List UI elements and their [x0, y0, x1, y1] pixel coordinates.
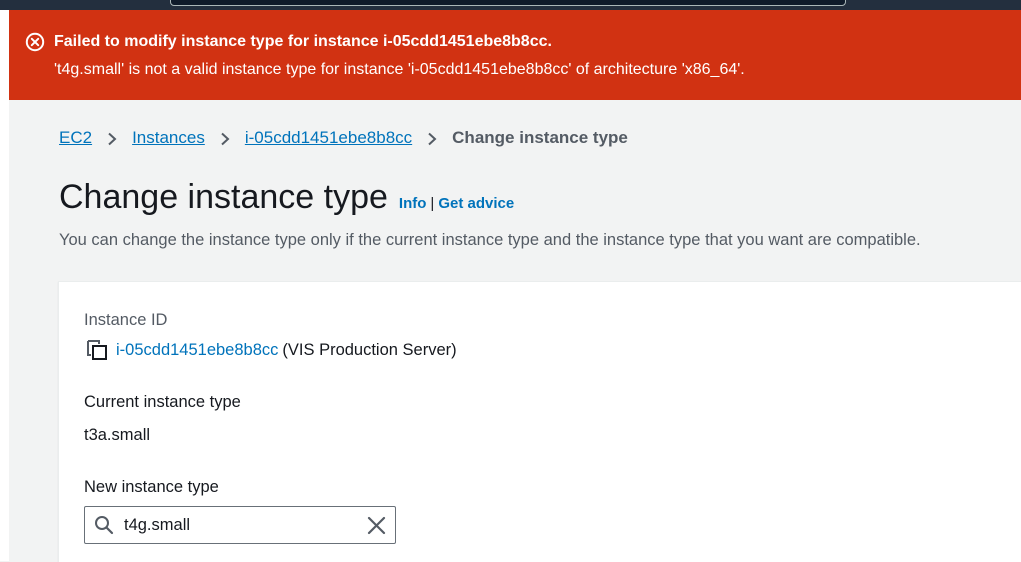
current-type-label: Current instance type — [84, 393, 241, 411]
current-type-value: t3a.small — [84, 426, 151, 444]
chevron-right-icon — [92, 128, 132, 148]
header-links: Info | Get advice — [399, 195, 514, 212]
flash-title: Failed to modify instance type for insta… — [54, 33, 552, 50]
instance-type-form: Instance ID i-05cdd1451ebe8b8cc (VIS Pro… — [58, 281, 1021, 562]
side-nav-edge — [0, 10, 9, 561]
page-description: You can change the instance type only if… — [59, 231, 921, 249]
get-advice-link[interactable]: Get advice — [438, 195, 514, 212]
error-flashbar: Failed to modify instance type for insta… — [9, 10, 1021, 100]
page-header: Change instance type Info | Get advice — [59, 178, 514, 217]
top-nav-bar — [0, 0, 1021, 10]
breadcrumb-instances[interactable]: Instances — [132, 128, 205, 148]
info-link[interactable]: Info — [399, 195, 427, 212]
instance-id-row: i-05cdd1451ebe8b8cc (VIS Production Serv… — [86, 339, 457, 361]
chevron-right-icon — [412, 128, 452, 148]
breadcrumb-instance-id[interactable]: i-05cdd1451ebe8b8cc — [245, 128, 412, 148]
error-circle-icon — [25, 32, 45, 52]
global-search-input[interactable] — [170, 0, 846, 6]
instance-id-link[interactable]: i-05cdd1451ebe8b8cc — [116, 341, 278, 360]
new-type-input[interactable] — [124, 513, 354, 537]
breadcrumb-ec2[interactable]: EC2 — [59, 128, 92, 148]
copy-icon[interactable] — [86, 339, 108, 361]
new-type-label: New instance type — [84, 478, 219, 496]
instance-name: (VIS Production Server) — [282, 340, 457, 359]
instance-id-label: Instance ID — [84, 311, 168, 329]
link-separator: | — [430, 195, 435, 212]
breadcrumb: EC2 Instances i-05cdd1451ebe8b8cc Change… — [59, 128, 628, 148]
flash-message: 't4g.small' is not a valid instance type… — [54, 61, 745, 78]
page-title: Change instance type — [59, 178, 388, 216]
clear-icon[interactable] — [367, 516, 386, 535]
chevron-right-icon — [205, 128, 245, 148]
new-type-search[interactable] — [84, 506, 396, 544]
search-icon — [95, 516, 114, 535]
breadcrumb-current: Change instance type — [452, 128, 628, 147]
